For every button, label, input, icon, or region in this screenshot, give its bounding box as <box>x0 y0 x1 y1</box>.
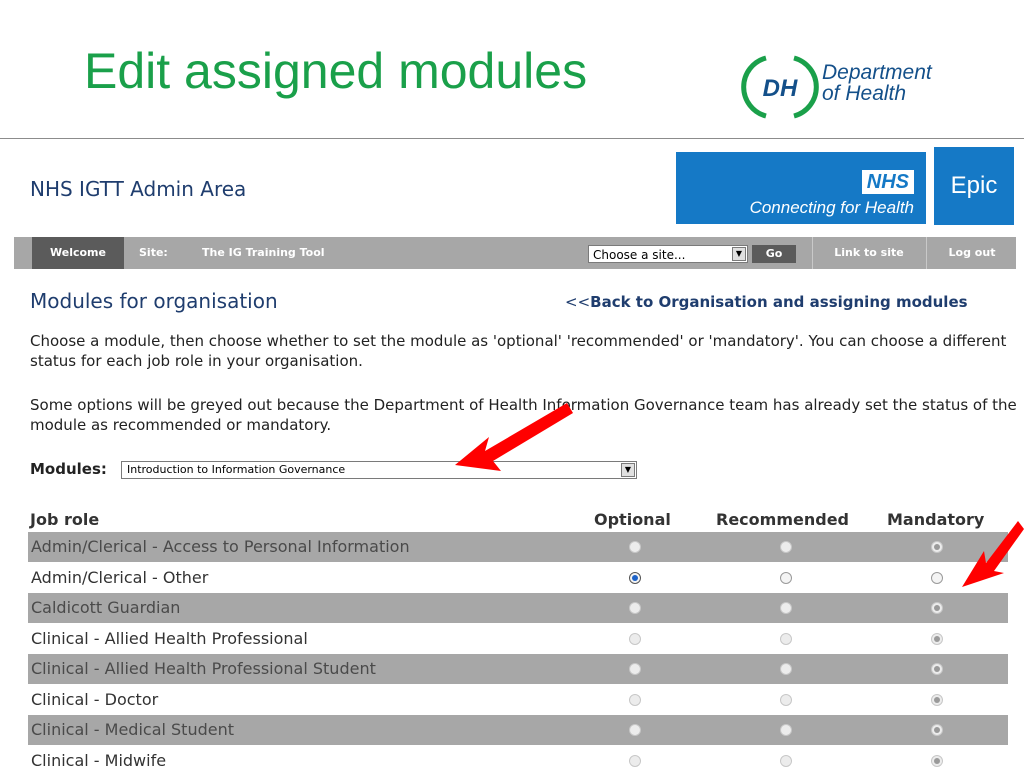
optional-radio[interactable] <box>629 572 641 584</box>
chevron-down-icon[interactable]: ▼ <box>732 247 746 261</box>
job-role-name: Clinical - Medical Student <box>31 720 235 739</box>
header-optional: Optional <box>594 510 671 529</box>
module-select-value: Introduction to Information Governance <box>127 463 346 476</box>
mandatory-radio <box>931 663 943 675</box>
optional-radio <box>629 694 641 706</box>
recommended-radio <box>780 694 792 706</box>
nhs-badge: NHS <box>861 170 914 194</box>
nav-site-label: Site: <box>139 246 168 259</box>
instructions-paragraph: Choose a module, then choose whether to … <box>30 332 1007 370</box>
dh-logo-letters: DH <box>763 75 798 102</box>
nav-site-name: The IG Training Tool <box>202 246 325 259</box>
job-role-name: Clinical - Midwife <box>31 751 167 769</box>
optional-radio <box>629 724 641 736</box>
nav-bar: Welcome Site: The IG Training Tool Choos… <box>14 237 1016 269</box>
logout-button[interactable]: Log out <box>926 237 1017 269</box>
admin-app-screenshot: NHS IGTT Admin Area NHS Connecting for H… <box>0 138 1024 769</box>
job-role-name: Admin/Clerical - Other <box>31 568 209 587</box>
site-select[interactable]: Choose a site... ▼ <box>588 245 748 263</box>
link-to-site-button[interactable]: Link to site <box>812 237 925 269</box>
cfh-text: Connecting for Health <box>749 198 914 217</box>
table-row: Clinical - Midwife <box>28 746 1008 769</box>
table-row: Admin/Clerical - Access to Personal Info… <box>28 532 1008 562</box>
back-link[interactable]: <<Back to Organisation and assigning mod… <box>565 293 968 311</box>
slide-title: Edit assigned modules <box>84 43 588 99</box>
dh-logo-line1: Department <box>822 61 932 84</box>
table-row: Clinical - Allied Health Professional St… <box>28 654 1008 684</box>
dh-logo-mark-icon: DH <box>741 55 819 119</box>
dh-logo-text: Department of Health <box>822 62 932 104</box>
dh-logo-line2: of Health <box>822 82 907 105</box>
table-header: Job role Optional Recommended Mandatory <box>30 510 1010 530</box>
site-select-value: Choose a site... <box>593 248 686 262</box>
recommended-radio <box>780 633 792 645</box>
job-role-name: Clinical - Allied Health Professional St… <box>31 659 376 678</box>
optional-radio <box>629 602 641 614</box>
mandatory-radio <box>931 633 943 645</box>
header-job-role: Job role <box>30 510 100 529</box>
red-arrow-module-select <box>455 403 573 471</box>
recommended-radio <box>780 724 792 736</box>
table-row: Clinical - Medical Student <box>28 715 1008 745</box>
mandatory-radio[interactable] <box>931 572 943 584</box>
department-of-health-logo: DH Department of Health <box>740 52 990 122</box>
job-role-name: Clinical - Allied Health Professional <box>31 629 308 648</box>
job-role-name: Caldicott Guardian <box>31 598 181 617</box>
header-recommended: Recommended <box>716 510 849 529</box>
mandatory-radio <box>931 724 943 736</box>
optional-radio <box>629 633 641 645</box>
chevron-down-icon[interactable]: ▼ <box>621 463 635 477</box>
recommended-radio <box>780 541 792 553</box>
recommended-radio <box>780 663 792 675</box>
optional-radio <box>629 663 641 675</box>
nav-welcome-tab[interactable]: Welcome <box>32 237 124 269</box>
table-row: Clinical - Doctor <box>28 685 1008 715</box>
job-role-name: Admin/Clerical - Access to Personal Info… <box>31 537 410 556</box>
back-link-prefix: << <box>565 293 591 311</box>
app-title: NHS IGTT Admin Area <box>30 177 247 201</box>
table-row: Clinical - Allied Health Professional <box>28 624 1008 654</box>
job-role-name: Clinical - Doctor <box>31 690 159 709</box>
nhs-cfh-banner: NHS Connecting for Health <box>676 152 926 224</box>
table-row: Admin/Clerical - Other <box>28 563 1008 593</box>
back-link-label[interactable]: Back to Organisation and assigning modul… <box>590 293 967 311</box>
table-row: Caldicott Guardian <box>28 593 1008 623</box>
recommended-radio <box>780 602 792 614</box>
mandatory-radio <box>931 541 943 553</box>
mandatory-radio <box>931 694 943 706</box>
optional-radio <box>629 541 641 553</box>
optional-radio <box>629 755 641 767</box>
modules-label: Modules: <box>30 460 107 478</box>
mandatory-radio <box>931 602 943 614</box>
recommended-radio <box>780 755 792 767</box>
recommended-radio[interactable] <box>780 572 792 584</box>
red-arrow-mandatory <box>962 521 1024 587</box>
go-button[interactable]: Go <box>752 245 796 263</box>
page-heading: Modules for organisation <box>30 289 278 313</box>
mandatory-radio <box>931 755 943 767</box>
epic-logo: Epic <box>934 147 1014 225</box>
